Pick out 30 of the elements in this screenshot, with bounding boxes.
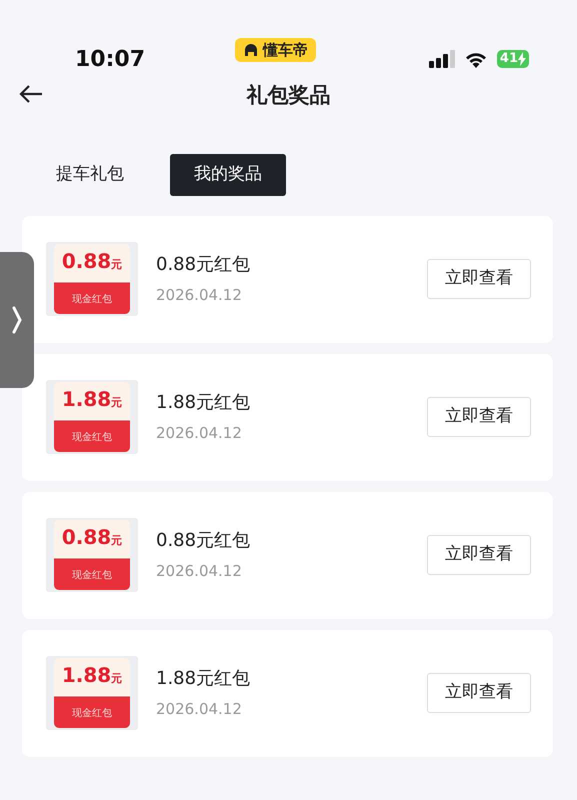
view-button[interactable]: 立即查看	[427, 397, 531, 437]
coupon-amount: 0.88元	[62, 526, 122, 551]
prize-date: 2026.04.12	[156, 561, 243, 582]
view-button[interactable]: 立即查看	[427, 673, 531, 713]
prize-name: 1.88元红包	[156, 667, 250, 692]
prize-name: 0.88元红包	[156, 253, 250, 278]
page-title: 礼包奖品	[246, 82, 330, 110]
wifi-icon	[464, 50, 487, 68]
battery-indicator: 41	[496, 50, 529, 68]
view-button[interactable]: 立即查看	[427, 535, 531, 575]
coupon-label: 现金红包	[72, 431, 112, 445]
prize-name: 1.88元红包	[156, 391, 250, 416]
prize-date: 2026.04.12	[156, 423, 243, 444]
coupon-label: 现金红包	[72, 707, 112, 721]
prize-date: 2026.04.12	[156, 699, 243, 720]
coupon-amount: 1.88元	[62, 664, 122, 689]
side-handle[interactable]	[0, 252, 34, 388]
tab[interactable]: 提车礼包	[32, 154, 148, 196]
signal-icon	[428, 50, 455, 68]
back-button[interactable]	[18, 84, 44, 104]
prize-name: 0.88元红包	[156, 529, 250, 554]
prize-date: 2026.04.12	[156, 285, 243, 306]
coupon-label: 现金红包	[72, 569, 112, 583]
app-badge: 懂车帝	[235, 38, 316, 62]
coupon-label: 现金红包	[72, 293, 112, 307]
coupon-amount: 1.88元	[62, 388, 122, 413]
tab[interactable]: 我的奖品	[170, 154, 286, 196]
coupon-amount: 0.88元	[62, 250, 122, 275]
status-time: 10:07	[75, 46, 146, 74]
view-button[interactable]: 立即查看	[427, 259, 531, 299]
